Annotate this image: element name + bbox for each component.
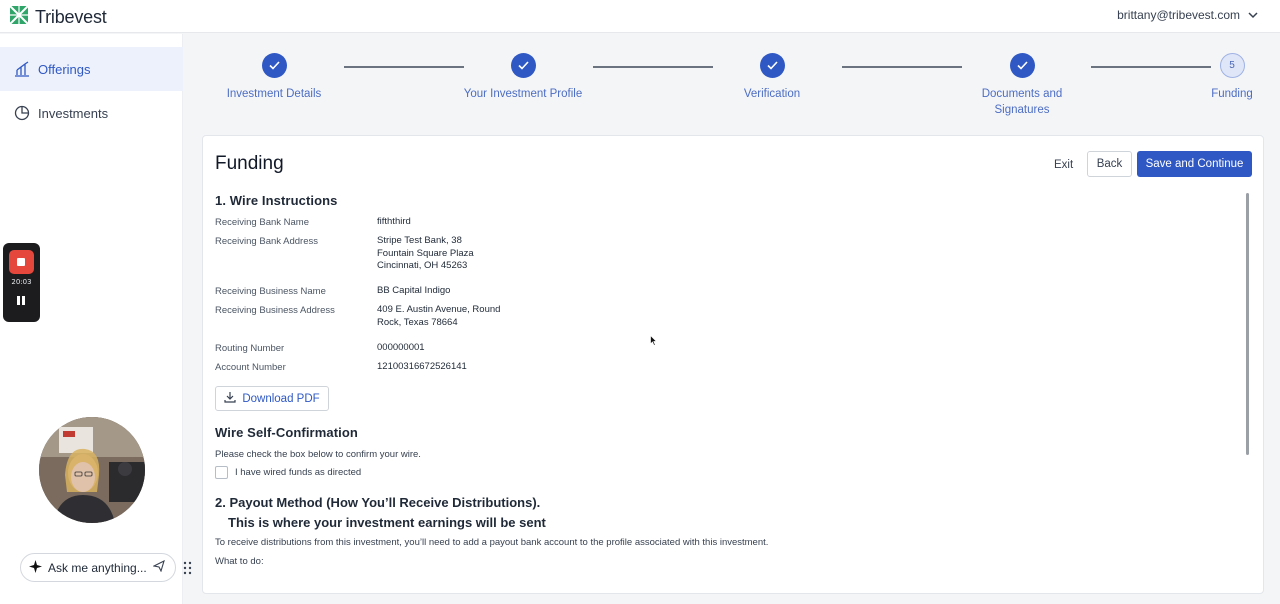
field-label: Account Number [215,362,286,373]
tribevest-logo-icon [9,5,29,30]
check-icon [510,53,536,78]
payout-title-line1: 2. Payout Method (How You’ll Receive Dis… [215,495,541,510]
field-label: Routing Number [215,343,285,354]
send-icon[interactable] [152,559,165,575]
mouse-cursor-icon [650,334,658,346]
recording-time: 20:03 [11,278,32,286]
field-label: Receiving Bank Name [215,217,309,228]
step-connector [344,66,464,68]
user-email: brittany@tribevest.com [1117,8,1240,22]
sidebar-item-label: Offerings [38,61,91,77]
step-number: 5 [1219,53,1245,78]
assistant-placeholder: Ask me anything... [48,560,147,575]
scrollbar[interactable] [1246,193,1249,455]
funding-card: Funding Exit Back Save and Continue 1. W… [202,135,1264,594]
screen-recorder: 20:03 [3,243,40,322]
bar-chart-icon [14,61,30,77]
wire-instructions-title: 1. Wire Instructions [215,193,338,208]
pause-icon[interactable] [17,296,26,306]
step-label: Investment Details [226,88,322,100]
step-connector [842,66,962,68]
download-pdf-label: Download PDF [242,392,320,405]
wire-confirmation-checkbox-row[interactable]: I have wired funds as directed [215,466,361,479]
webcam-bubble [39,417,145,523]
field-value: fifththird [377,216,411,227]
chevron-down-icon [1248,8,1258,22]
brand-logo[interactable]: Tribevest [9,5,107,30]
field-value: BB Capital Indigo [377,285,451,296]
step-verification[interactable]: Verification [697,53,847,102]
save-and-continue-button[interactable]: Save and Continue [1137,151,1252,177]
check-icon [261,53,287,78]
what-to-do-label: What to do: [215,556,264,567]
field-label: Receiving Business Address [215,305,335,316]
field-value: 409 E. Austin Avenue, Round Rock, Texas … [377,304,501,328]
step-documents-signatures[interactable]: Documents and Signatures [946,53,1098,118]
pie-chart-icon [14,105,30,121]
download-pdf-button[interactable]: Download PDF [215,386,329,411]
check-icon [759,53,785,78]
step-connector [593,66,713,68]
wire-confirmation-checkbox[interactable] [215,466,228,479]
download-icon [224,391,236,406]
step-label: Your Investment Profile [463,88,583,100]
step-label: Verification [743,88,801,100]
progress-stepper: Investment Details Your Investment Profi… [183,34,1280,130]
field-label: Receiving Business Name [215,286,326,297]
field-label: Receiving Bank Address [215,236,318,247]
step-investment-details[interactable]: Investment Details [199,53,349,102]
payout-method-title: 2. Payout Method (How You’ll Receive Dis… [215,493,546,533]
brand-name: Tribevest [35,7,107,27]
field-value: 000000001 [377,342,425,353]
wire-confirmation-title: Wire Self-Confirmation [215,425,358,440]
sidebar-item-offerings[interactable]: Offerings [0,47,183,91]
sidebar-item-label: Investments [38,105,109,121]
back-button[interactable]: Back [1087,151,1132,177]
drag-handle-icon[interactable] [183,561,192,575]
step-investment-profile[interactable]: Your Investment Profile [448,53,598,102]
step-label: Documents and Signatures [981,88,1063,116]
step-label: Funding [1211,88,1253,100]
stop-recording-button[interactable] [9,250,34,274]
sidebar-item-investments[interactable]: Investments [0,91,183,135]
user-menu[interactable]: brittany@tribevest.com [1117,8,1258,22]
payout-title-line2: This is where your investment earnings w… [228,515,546,530]
confirmation-instruction: Please check the box below to confirm yo… [215,449,421,460]
sparkle-icon [29,559,42,576]
page-title: Funding [215,153,284,174]
top-bar: Tribevest brittany@tribevest.com [0,0,1280,33]
field-value: 12100316672526141 [377,361,467,372]
check-icon [1009,53,1035,78]
field-value: Stripe Test Bank, 38 Fountain Square Pla… [377,235,474,271]
step-funding[interactable]: 5 Funding [1192,53,1272,102]
ai-assistant-input[interactable]: Ask me anything... [20,553,176,582]
payout-description: To receive distributions from this inves… [215,537,769,548]
checkbox-label: I have wired funds as directed [235,467,362,478]
exit-button[interactable]: Exit [1046,153,1081,177]
